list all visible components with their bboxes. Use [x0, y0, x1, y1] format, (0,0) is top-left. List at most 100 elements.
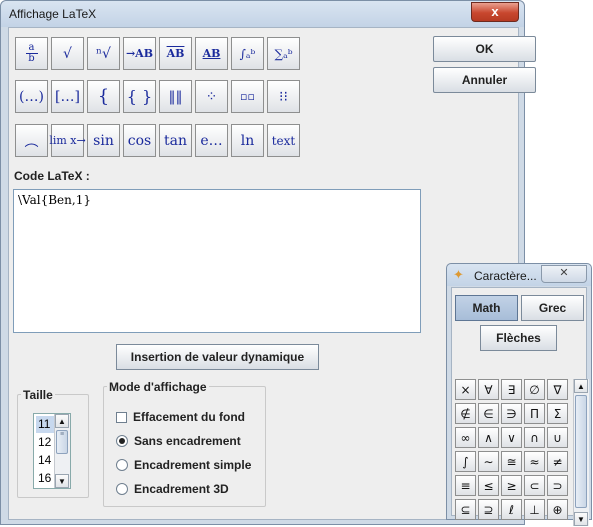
radio-3d-frame[interactable]: Encadrement 3D	[116, 482, 229, 496]
nth-root-button[interactable]: ⁿ√	[87, 37, 120, 70]
left-brace-button[interactable]: {	[87, 80, 120, 113]
scroll-thumb[interactable]: ≡	[56, 430, 68, 454]
overline-button[interactable]: AB	[159, 37, 192, 70]
symbol-cell[interactable]: ∋	[501, 403, 522, 424]
sin-label: sin	[93, 132, 114, 149]
close-button[interactable]: x	[471, 2, 519, 22]
scroll-up-arrow-icon[interactable]: ▲	[574, 379, 588, 393]
symbol-cell[interactable]: ⊆	[455, 499, 476, 520]
text-button[interactable]: text	[267, 124, 300, 157]
symbol-cell[interactable]: ×	[455, 379, 476, 400]
symbol-cell[interactable]: ≤	[478, 475, 499, 496]
fraction-button[interactable]: ab	[15, 37, 48, 70]
tan-label: tan	[164, 132, 187, 149]
symbol-cell[interactable]: ∩	[524, 427, 545, 448]
fraction-icon: ab	[25, 43, 38, 64]
symbol-cell[interactable]: ℓ	[501, 499, 522, 520]
ln-button[interactable]: ln	[231, 124, 264, 157]
symbol-cell[interactable]: ≈	[524, 451, 545, 472]
symbol-cell[interactable]: Σ	[547, 403, 568, 424]
scroll-down-arrow-icon[interactable]: ▼	[574, 512, 588, 526]
radio-dot[interactable]	[116, 459, 128, 471]
palette-close-button[interactable]: ✕	[541, 265, 587, 283]
symbol-cell[interactable]: ∉	[455, 403, 476, 424]
sqrt-button[interactable]: √	[51, 37, 84, 70]
vector-button[interactable]: →AB	[123, 37, 156, 70]
latex-code-input[interactable]: \Val{Ben,1}	[13, 189, 421, 333]
symbol-cell[interactable]: ⊃	[547, 475, 568, 496]
exp-button[interactable]: e…	[195, 124, 228, 157]
symbol-cell[interactable]: ⊥	[524, 499, 545, 520]
ok-button[interactable]: OK	[433, 36, 536, 62]
row-matrix-icon: ▫▫	[240, 90, 255, 103]
column-matrix-button[interactable]: ⁘	[195, 80, 228, 113]
character-palette-window: ✦ Caractère... ✕ Math Grec Flèches × ∀ ∃ ∅ ∇…	[446, 263, 592, 526]
symbol-cell[interactable]: ∼	[478, 451, 499, 472]
cos-button[interactable]: cos	[123, 124, 156, 157]
cos-label: cos	[127, 132, 152, 149]
clear-background-label: Effacement du fond	[133, 410, 246, 424]
symbol-cell[interactable]: ∫	[455, 451, 476, 472]
symbol-cell[interactable]: ∞	[455, 427, 476, 448]
symbol-cell[interactable]: ≠	[547, 451, 568, 472]
scroll-thumb[interactable]	[575, 395, 587, 508]
limit-button[interactable]: lim x→	[49, 124, 86, 157]
tab-fleches[interactable]: Flèches	[480, 325, 557, 351]
braces-button[interactable]: { }	[123, 80, 156, 113]
display-mode-title: Mode d'affichage	[107, 380, 209, 394]
norm-button[interactable]: ‖‖	[159, 80, 192, 113]
radio-simple-frame-label: Encadrement simple	[134, 458, 252, 472]
title-bar[interactable]: Affichage LaTeX x	[1, 1, 524, 27]
scroll-down-arrow-icon[interactable]: ▼	[55, 474, 69, 488]
brackets-button[interactable]: […]	[51, 80, 84, 113]
sum-button[interactable]: ∑ₐᵇ	[267, 37, 300, 70]
symbol-cell[interactable]: ∇	[547, 379, 568, 400]
symbol-cell[interactable]: ⊕	[547, 499, 568, 520]
parentheses-button[interactable]: (…)	[15, 80, 48, 113]
symbol-cell[interactable]: ∃	[501, 379, 522, 400]
row-matrix-button[interactable]: ▫▫	[231, 80, 264, 113]
symbol-cell[interactable]: ∅	[524, 379, 545, 400]
checkbox-box[interactable]	[116, 411, 127, 423]
parentheses-icon: (…)	[19, 88, 44, 105]
size-list[interactable]: 11 12 14 16 ▲ ≡ ▼	[33, 413, 71, 489]
radio-dot[interactable]	[116, 483, 128, 495]
symbol-cell[interactable]: ≅	[501, 451, 522, 472]
radio-dot-selected[interactable]	[116, 435, 128, 447]
palette-title-bar[interactable]: ✦ Caractère... ✕	[447, 264, 591, 286]
symbol-cell[interactable]: ⊇	[478, 499, 499, 520]
integral-button[interactable]: ∫ₐᵇ	[231, 37, 264, 70]
underline-button[interactable]: AB	[195, 37, 228, 70]
sin-button[interactable]: sin	[87, 124, 120, 157]
symbol-cell[interactable]: ∈	[478, 403, 499, 424]
clear-background-checkbox[interactable]: Effacement du fond	[116, 410, 245, 424]
size-scrollbar[interactable]: ▲ ≡ ▼	[54, 414, 70, 488]
size-group-title: Taille	[21, 388, 55, 402]
tan-button[interactable]: tan	[159, 124, 192, 157]
matrix-icon: ⁝⁝	[279, 88, 288, 105]
column-matrix-icon: ⁘	[205, 88, 218, 105]
symbol-cell[interactable]: ≥	[501, 475, 522, 496]
sqrt-icon: √	[63, 45, 72, 62]
cancel-button[interactable]: Annuler	[433, 67, 536, 93]
scroll-up-arrow-icon[interactable]: ▲	[55, 414, 69, 428]
radio-simple-frame[interactable]: Encadrement simple	[116, 458, 251, 472]
radio-no-frame[interactable]: Sans encadrement	[116, 434, 241, 448]
left-brace-icon: {	[97, 86, 110, 107]
symbol-cell[interactable]: ∪	[547, 427, 568, 448]
matrix-button[interactable]: ⁝⁝	[267, 80, 300, 113]
symbol-cell[interactable]: ∨	[501, 427, 522, 448]
tab-math[interactable]: Math	[455, 295, 518, 321]
limit-icon: lim x→	[49, 134, 86, 147]
insert-dynamic-value-button[interactable]: Insertion de valeur dynamique	[116, 344, 319, 370]
text-label: text	[271, 133, 296, 148]
symbol-cell[interactable]: ⊂	[524, 475, 545, 496]
tab-grec[interactable]: Grec	[521, 295, 584, 321]
symbol-cell[interactable]: ≡	[455, 475, 476, 496]
symbol-cell[interactable]: ∀	[478, 379, 499, 400]
palette-title: Caractère...	[474, 269, 537, 283]
symbol-cell[interactable]: ∧	[478, 427, 499, 448]
symbol-cell[interactable]: Π	[524, 403, 545, 424]
overarc-button[interactable]: ︵	[15, 124, 48, 157]
palette-scrollbar[interactable]: ▲ ▼	[573, 379, 589, 526]
